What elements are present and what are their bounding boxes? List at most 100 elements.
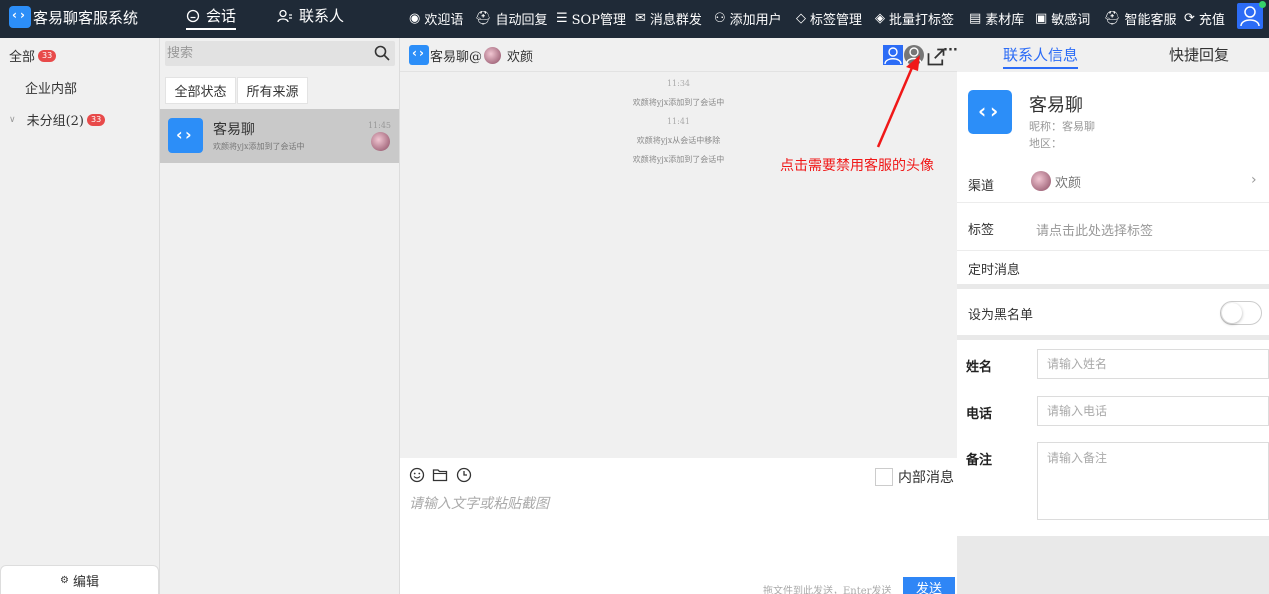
- send-hint: 拖文件到此发送，Enter发送: [763, 586, 892, 594]
- name-input[interactable]: [1037, 349, 1269, 379]
- search-input[interactable]: [167, 43, 367, 64]
- group-ungrouped[interactable]: ∨ 未分组(2) 33: [9, 110, 106, 129]
- toolbar-label: 智能客服: [1124, 13, 1177, 28]
- contact-region: 地区：: [1029, 137, 1062, 150]
- blacklist-row: 设为黑名单: [957, 289, 1269, 335]
- tab-conversations[interactable]: 会话: [186, 5, 237, 30]
- app-title: 客易聊客服系统: [33, 9, 139, 27]
- toolbar-label: 敏感词: [1051, 13, 1091, 28]
- contact-logo-icon: ‹ ›: [168, 118, 203, 153]
- internal-message-toggle[interactable]: 内部消息: [875, 467, 954, 487]
- library-icon: ▤: [969, 11, 982, 26]
- toolbar-sensitive-words[interactable]: ▣ 敏感词: [1035, 9, 1090, 28]
- toolbar-recharge[interactable]: ⟳ 充值: [1184, 9, 1225, 28]
- message-input[interactable]: 请输入文字或粘贴截图: [409, 493, 549, 513]
- chat-title-contact: 客易聊@: [430, 50, 483, 65]
- channel-label: 渠道: [968, 179, 995, 194]
- toolbar-label: 自动回复: [495, 13, 548, 28]
- blacklist-toggle[interactable]: [1220, 301, 1262, 325]
- contacts-icon: [277, 9, 292, 22]
- session-list: 全部状态 所有来源 ‹› 客易聊 欢颜将yjx添加到了会话中 11:45: [160, 38, 400, 594]
- blacklist-label: 设为黑名单: [968, 308, 1034, 323]
- chat-title-agent: 欢颜: [507, 50, 534, 65]
- edit-groups-button[interactable]: ⚙ 编辑: [0, 565, 159, 594]
- note-textarea[interactable]: [1037, 442, 1269, 520]
- edit-label: 编辑: [72, 574, 99, 590]
- send-button[interactable]: 发送: [903, 577, 955, 594]
- toolbar-batch-tag[interactable]: ◈ 批量打标签: [875, 9, 954, 28]
- toolbar-tag-manage[interactable]: ◇ 标签管理: [796, 9, 862, 28]
- tab-contacts-label: 联系人: [299, 7, 345, 25]
- toolbar-sop[interactable]: ☰ SOP管理: [556, 9, 626, 28]
- tab-quick-reply[interactable]: 快捷回复: [1169, 44, 1229, 65]
- channel-name: 欢颜: [1055, 175, 1082, 191]
- agent-avatar: [1031, 171, 1051, 191]
- internal-message-label: 内部消息: [898, 470, 954, 486]
- chevron-down-icon: ∨: [9, 114, 16, 125]
- contact-name: 客易聊: [1029, 95, 1083, 116]
- user-icon: [1240, 6, 1260, 27]
- tab-contact-info[interactable]: 联系人信息: [1003, 44, 1079, 69]
- tag-icon: ◇: [796, 11, 806, 26]
- group-panel: 全部 33 企业内部 ∨ 未分组(2) 33 ⚙ 编辑: [0, 38, 160, 594]
- robot-icon: ⛑: [1104, 11, 1121, 26]
- group-internal-label: 企业内部: [25, 82, 78, 97]
- contact-logo-icon: ‹ ›: [968, 90, 1012, 134]
- chat-icon: [186, 9, 200, 22]
- tag-selector[interactable]: 请点击此处选择标签: [1036, 220, 1153, 239]
- filter-status-button[interactable]: 全部状态: [165, 77, 236, 104]
- toolbar-label: 标签管理: [810, 13, 863, 28]
- contact-panel-tabs: 联系人信息 快捷回复: [957, 38, 1269, 72]
- toolbar-label: 充值: [1198, 13, 1225, 28]
- contact-nickname: 昵称：客易聊: [1029, 120, 1095, 133]
- divider: [957, 250, 1269, 251]
- clock-icon[interactable]: [456, 467, 472, 483]
- add-user-icon: ⚇: [714, 11, 726, 26]
- gear-icon: ⚙: [60, 574, 69, 586]
- online-status-dot: [1259, 1, 1266, 8]
- annotation-arrow: [876, 55, 920, 148]
- tab-conversations-label: 会话: [206, 7, 237, 25]
- chevron-right-icon[interactable]: ›: [1251, 172, 1257, 188]
- chat-panel: ‹ › 客易聊@ 欢颜 ··· 11:34 欢颜将yjx添加到了会话中 11:41…: [400, 38, 958, 594]
- toolbar-library[interactable]: ▤ 素材库: [969, 9, 1024, 28]
- session-time: 11:45: [367, 121, 391, 130]
- session-item[interactable]: ‹ › 客易聊 欢颜将yjx添加到了会话中 11:45: [160, 109, 399, 163]
- group-all[interactable]: 全部 33: [9, 46, 57, 65]
- toolbar-label: 消息群发: [649, 13, 702, 28]
- session-preview: 欢颜将yjx添加到了会话中: [213, 142, 305, 151]
- agent-avatar: [371, 132, 390, 151]
- name-label: 姓名: [966, 360, 993, 375]
- tab-contacts[interactable]: 联系人: [277, 5, 344, 26]
- phone-label: 电话: [966, 407, 993, 422]
- contact-logo-icon: ‹ ›: [409, 45, 429, 65]
- tags-icon: ◈: [875, 11, 885, 26]
- toolbar-welcome[interactable]: ◉ 欢迎语: [409, 9, 463, 28]
- filter-source-button[interactable]: 所有来源: [237, 77, 308, 104]
- toolbar-label: 素材库: [985, 13, 1025, 28]
- channel-value[interactable]: 欢颜: [1031, 171, 1081, 191]
- scheduled-message[interactable]: 定时消息: [968, 259, 1020, 278]
- toolbar-add-user[interactable]: ⚇ 添加用户: [714, 9, 782, 28]
- recharge-icon: ⟳: [1184, 11, 1195, 26]
- note-label: 备注: [966, 453, 993, 468]
- phone-input[interactable]: [1037, 396, 1269, 426]
- toolbar-broadcast[interactable]: ✉ 消息群发: [635, 9, 702, 28]
- annotation-text: 点击需要禁用客服的头像: [780, 158, 934, 174]
- list-icon: ☰: [556, 11, 568, 26]
- toolbar-auto-reply[interactable]: ⛑ 自动回复: [475, 9, 548, 28]
- internal-message-checkbox[interactable]: [875, 468, 893, 486]
- top-bar: ‹ › 客易聊客服系统 会话 联系人 ◉ 欢迎语 ⛑ 自动回复 ☰ SOP管理 ✉ 消息群…: [0, 0, 1269, 38]
- toolbar-smart-service[interactable]: ⛑ 智能客服: [1104, 9, 1177, 28]
- group-internal[interactable]: 企业内部: [25, 78, 77, 97]
- contact-card: ‹ › 客易聊 昵称：客易聊 地区： 渠道 欢颜 › 标签 请点击此处选择标签 定…: [957, 72, 1269, 284]
- folder-icon[interactable]: [432, 467, 448, 483]
- alert-icon: ▣: [1035, 11, 1048, 26]
- emoji-icon[interactable]: [409, 467, 425, 483]
- robot-icon: ⛑: [475, 11, 492, 26]
- tag-label: 标签: [968, 223, 995, 238]
- unread-badge: 33: [38, 49, 57, 62]
- toolbar-label: 批量打标签: [889, 13, 955, 28]
- search-icon[interactable]: [374, 45, 390, 61]
- contact-panel: 联系人信息 快捷回复 ‹ › 客易聊 昵称：客易聊 地区： 渠道 欢颜 › 标签 …: [957, 38, 1269, 594]
